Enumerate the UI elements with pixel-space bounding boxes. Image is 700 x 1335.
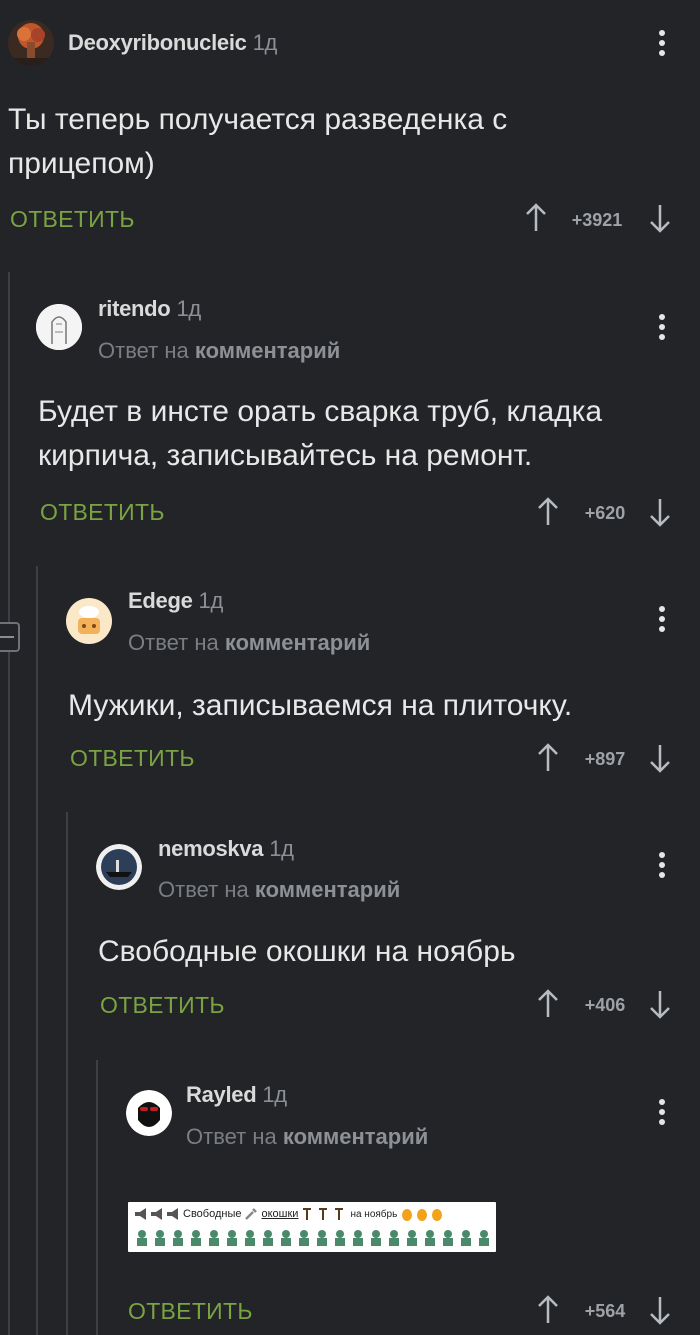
explosion-avatar-icon (8, 20, 54, 66)
avatar[interactable] (36, 304, 82, 350)
worker-icon (137, 1230, 489, 1246)
reply-button[interactable]: ОТВЕТИТЬ (100, 992, 225, 1019)
thread-line-3[interactable] (66, 812, 68, 1335)
reply-to-meta[interactable]: Ответ на комментарий (186, 1124, 428, 1150)
author-name[interactable]: Rayled 1д (186, 1082, 287, 1108)
author-label: Deoxyribonucleic (68, 30, 247, 55)
upvote-arrow-icon[interactable] (524, 203, 548, 233)
upvote-arrow-icon[interactable] (536, 743, 560, 773)
downvote-arrow-icon[interactable] (648, 1295, 672, 1325)
rating-value: +564 (584, 1301, 626, 1321)
figure-avatar-icon (36, 304, 82, 350)
downvote-arrow-icon[interactable] (648, 497, 672, 527)
reply-to-meta[interactable]: Ответ на комментарий (158, 877, 400, 903)
author-label: Edege (128, 588, 193, 613)
author-label: nemoskva (158, 836, 264, 861)
reply-button[interactable]: ОТВЕТИТЬ (10, 206, 135, 233)
avatar[interactable] (96, 844, 142, 890)
reply-prefix: Ответ на (128, 630, 219, 655)
reply-prefix: Ответ на (158, 877, 249, 902)
comment-time: 1д (176, 296, 201, 321)
comment-time: 1д (198, 588, 224, 613)
chef-avatar-icon (66, 598, 112, 644)
comment-time: 1д (252, 30, 278, 55)
more-menu-icon[interactable] (658, 1099, 666, 1129)
author-label: ritendo (98, 296, 171, 321)
megaphone-icon (135, 1208, 178, 1220)
more-menu-icon[interactable] (658, 30, 666, 60)
reply-prefix: Ответ на (98, 338, 189, 363)
author-label: Rayled (186, 1082, 257, 1107)
bearded-man-avatar-icon (126, 1090, 172, 1136)
attachment-line-1: Свободные окошки на ноябрь (134, 1207, 446, 1221)
image-attachment[interactable]: Свободные окошки на ноябрь (128, 1202, 496, 1252)
avatar[interactable] (8, 20, 54, 66)
avatar[interactable] (66, 598, 112, 644)
thread-line-1[interactable] (8, 272, 10, 1335)
downvote-arrow-icon[interactable] (648, 743, 672, 773)
upvote-arrow-icon[interactable] (536, 989, 560, 1019)
comment-text: Свободные окошки на ноябрь (98, 935, 516, 968)
collapse-thread-button[interactable] (0, 622, 20, 652)
thread-line-4[interactable] (96, 1060, 98, 1335)
more-menu-icon[interactable] (658, 606, 666, 636)
rating-value: +620 (584, 503, 626, 523)
reply-target-link[interactable]: комментарий (195, 338, 340, 363)
minus-icon (0, 636, 14, 638)
reply-button[interactable]: ОТВЕТИТЬ (40, 499, 165, 526)
reply-to-meta[interactable]: Ответ на комментарий (128, 630, 370, 656)
attachment-word: на ноябрь (350, 1208, 398, 1220)
reply-prefix: Ответ на (186, 1124, 277, 1149)
rating-value: +897 (584, 749, 626, 769)
ship-avatar-icon (96, 844, 142, 890)
author-name[interactable]: Deoxyribonucleic 1д (68, 30, 277, 56)
reply-button[interactable]: ОТВЕТИТЬ (128, 1298, 253, 1325)
comment-text: Будет в инсте орать сварка труб, кладка … (38, 395, 603, 472)
attachment-word: окошки (261, 1208, 299, 1220)
avatar[interactable] (126, 1090, 172, 1136)
thread-line-2[interactable] (36, 566, 38, 1335)
wrench-icon (245, 1208, 258, 1220)
reply-button[interactable]: ОТВЕТИТЬ (70, 745, 195, 772)
comment-time: 1д (262, 1082, 287, 1107)
attachment-word: Свободные (183, 1208, 242, 1220)
upvote-arrow-icon[interactable] (536, 1295, 560, 1325)
reply-target-link[interactable]: комментарий (255, 877, 400, 902)
reply-target-link[interactable]: комментарий (283, 1124, 428, 1149)
rating-value: +3921 (571, 210, 623, 230)
downvote-arrow-icon[interactable] (648, 989, 672, 1019)
rating-value: +406 (584, 995, 626, 1015)
fire-icon (402, 1209, 443, 1221)
reply-target-link[interactable]: комментарий (225, 630, 370, 655)
comment-text: Мужики, записываемся на плиточку. (68, 689, 573, 722)
author-name[interactable]: Edege 1д (128, 588, 223, 614)
comment-time: 1д (269, 836, 294, 861)
comment-text: Ты теперь получается разведенка с прицеп… (8, 103, 508, 180)
author-name[interactable]: nemoskva 1д (158, 836, 294, 862)
more-menu-icon[interactable] (658, 852, 666, 882)
upvote-arrow-icon[interactable] (536, 497, 560, 527)
more-menu-icon[interactable] (658, 314, 666, 344)
reply-to-meta[interactable]: Ответ на комментарий (98, 338, 340, 364)
hammer-icon (303, 1208, 344, 1220)
author-name[interactable]: ritendo 1д (98, 296, 201, 322)
downvote-arrow-icon[interactable] (648, 203, 672, 233)
